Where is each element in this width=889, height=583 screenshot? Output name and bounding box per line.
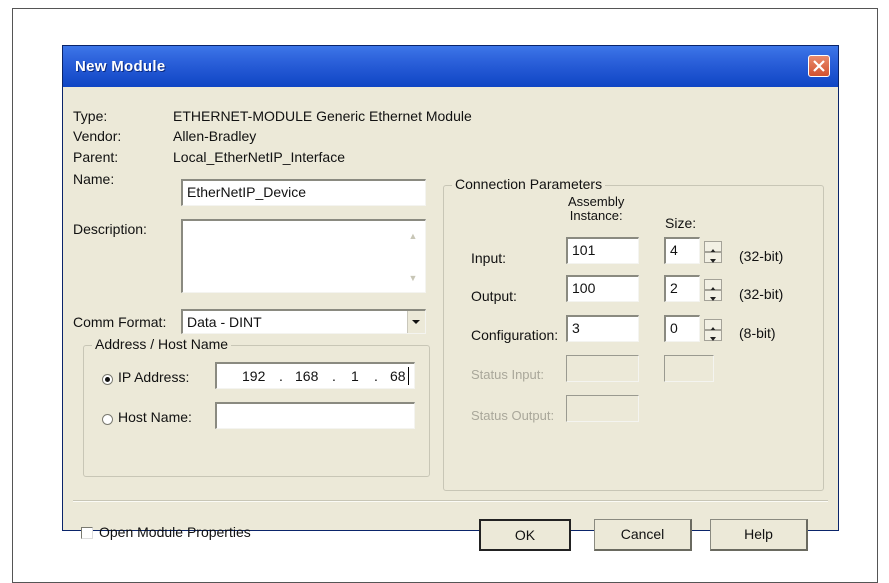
comm-format-dropdown-button[interactable] — [407, 311, 425, 333]
ip-dot-2: . — [332, 368, 336, 384]
scroll-down-icon: ▼ — [408, 273, 418, 283]
spin-down-icon[interactable] — [704, 252, 722, 263]
name-input[interactable]: EtherNetIP_Device — [181, 179, 426, 206]
spin-down-icon[interactable] — [704, 290, 722, 301]
input-label: Input: — [471, 250, 507, 266]
assembly-header-line1: Assembly — [568, 194, 625, 209]
help-button[interactable]: Help — [710, 519, 808, 551]
ip-address-radio[interactable] — [102, 374, 113, 385]
spin-up-icon[interactable] — [704, 279, 722, 291]
ip-dot-3: . — [374, 368, 378, 384]
ip-address-label: IP Address: — [118, 369, 190, 385]
output-size-spinner[interactable] — [704, 279, 722, 301]
ip-octet-3: 1 — [351, 368, 359, 384]
status-output-field — [566, 395, 639, 422]
ip-dot-1: . — [279, 368, 283, 384]
comm-format-label: Comm Format: — [73, 314, 167, 330]
assembly-header: Assembly Instance: — [568, 195, 624, 223]
type-label: Type: — [73, 108, 108, 124]
status-output-label: Status Output: — [471, 408, 555, 423]
chevron-down-icon — [412, 320, 420, 324]
input-unit: (32-bit) — [739, 248, 784, 264]
ip-address-input[interactable]: 192 . 168 . 1 . 68 — [215, 362, 415, 389]
type-value: ETHERNET-MODULE Generic Ethernet Module — [173, 108, 472, 124]
new-module-dialog: New Module Type: ETHERNET-MODULE Generic… — [62, 45, 839, 551]
close-button[interactable] — [808, 55, 830, 77]
host-name-radio[interactable] — [102, 414, 113, 425]
ip-octet-2: 168 — [295, 368, 319, 384]
configuration-instance-field[interactable]: 3 — [566, 315, 639, 342]
vendor-value: Allen-Bradley — [173, 128, 257, 144]
dialog-body: Type: ETHERNET-MODULE Generic Ethernet M… — [63, 87, 838, 551]
close-icon — [813, 60, 825, 72]
configuration-unit: (8-bit) — [739, 325, 776, 341]
separator — [73, 500, 828, 502]
configuration-label: Configuration: — [471, 327, 559, 343]
input-instance-field[interactable]: 101 — [566, 237, 639, 264]
ip-octet-4: 68 — [390, 368, 406, 384]
ok-button[interactable]: OK — [479, 519, 571, 551]
input-size-field[interactable]: 4 — [664, 237, 700, 264]
connection-parameters-title: Connection Parameters — [452, 176, 606, 192]
parent-label: Parent: — [73, 149, 119, 165]
status-input-field — [566, 355, 639, 382]
address-group-title: Address / Host Name — [92, 336, 232, 352]
text-cursor — [408, 367, 409, 385]
comm-format-select[interactable]: Data - DINT — [181, 309, 426, 334]
parent-value: Local_EtherNetIP_Interface — [173, 149, 345, 165]
output-unit: (32-bit) — [739, 286, 784, 302]
spin-up-icon[interactable] — [704, 319, 722, 331]
output-instance-field[interactable]: 100 — [566, 275, 639, 302]
output-size-field[interactable]: 2 — [664, 275, 700, 302]
input-size-spinner[interactable] — [704, 241, 722, 263]
description-label: Description: — [73, 221, 147, 237]
status-input-label: Status Input: — [471, 367, 544, 382]
spin-up-icon[interactable] — [704, 241, 722, 253]
host-name-label: Host Name: — [118, 409, 192, 425]
output-label: Output: — [471, 288, 517, 304]
cancel-button[interactable]: Cancel — [594, 519, 692, 551]
configuration-size-spinner[interactable] — [704, 319, 722, 341]
ip-octet-1: 192 — [242, 368, 266, 384]
status-input-size-field — [664, 355, 714, 382]
comm-format-value: Data - DINT — [187, 314, 262, 330]
open-module-properties-checkbox[interactable] — [81, 527, 93, 539]
configuration-size-field[interactable]: 0 — [664, 315, 700, 342]
scroll-up-icon: ▲ — [408, 231, 418, 241]
size-header: Size: — [665, 215, 697, 231]
dialog-title: New Module — [75, 58, 166, 75]
vendor-label: Vendor: — [73, 128, 122, 144]
description-textarea[interactable] — [181, 219, 426, 293]
open-module-properties-label[interactable]: Open Module Properties — [99, 524, 251, 540]
name-label: Name: — [73, 171, 115, 187]
assembly-header-line2: Instance: — [569, 208, 623, 223]
spin-down-icon[interactable] — [704, 330, 722, 341]
host-name-input[interactable] — [215, 402, 415, 429]
title-bar[interactable]: New Module — [63, 46, 838, 87]
